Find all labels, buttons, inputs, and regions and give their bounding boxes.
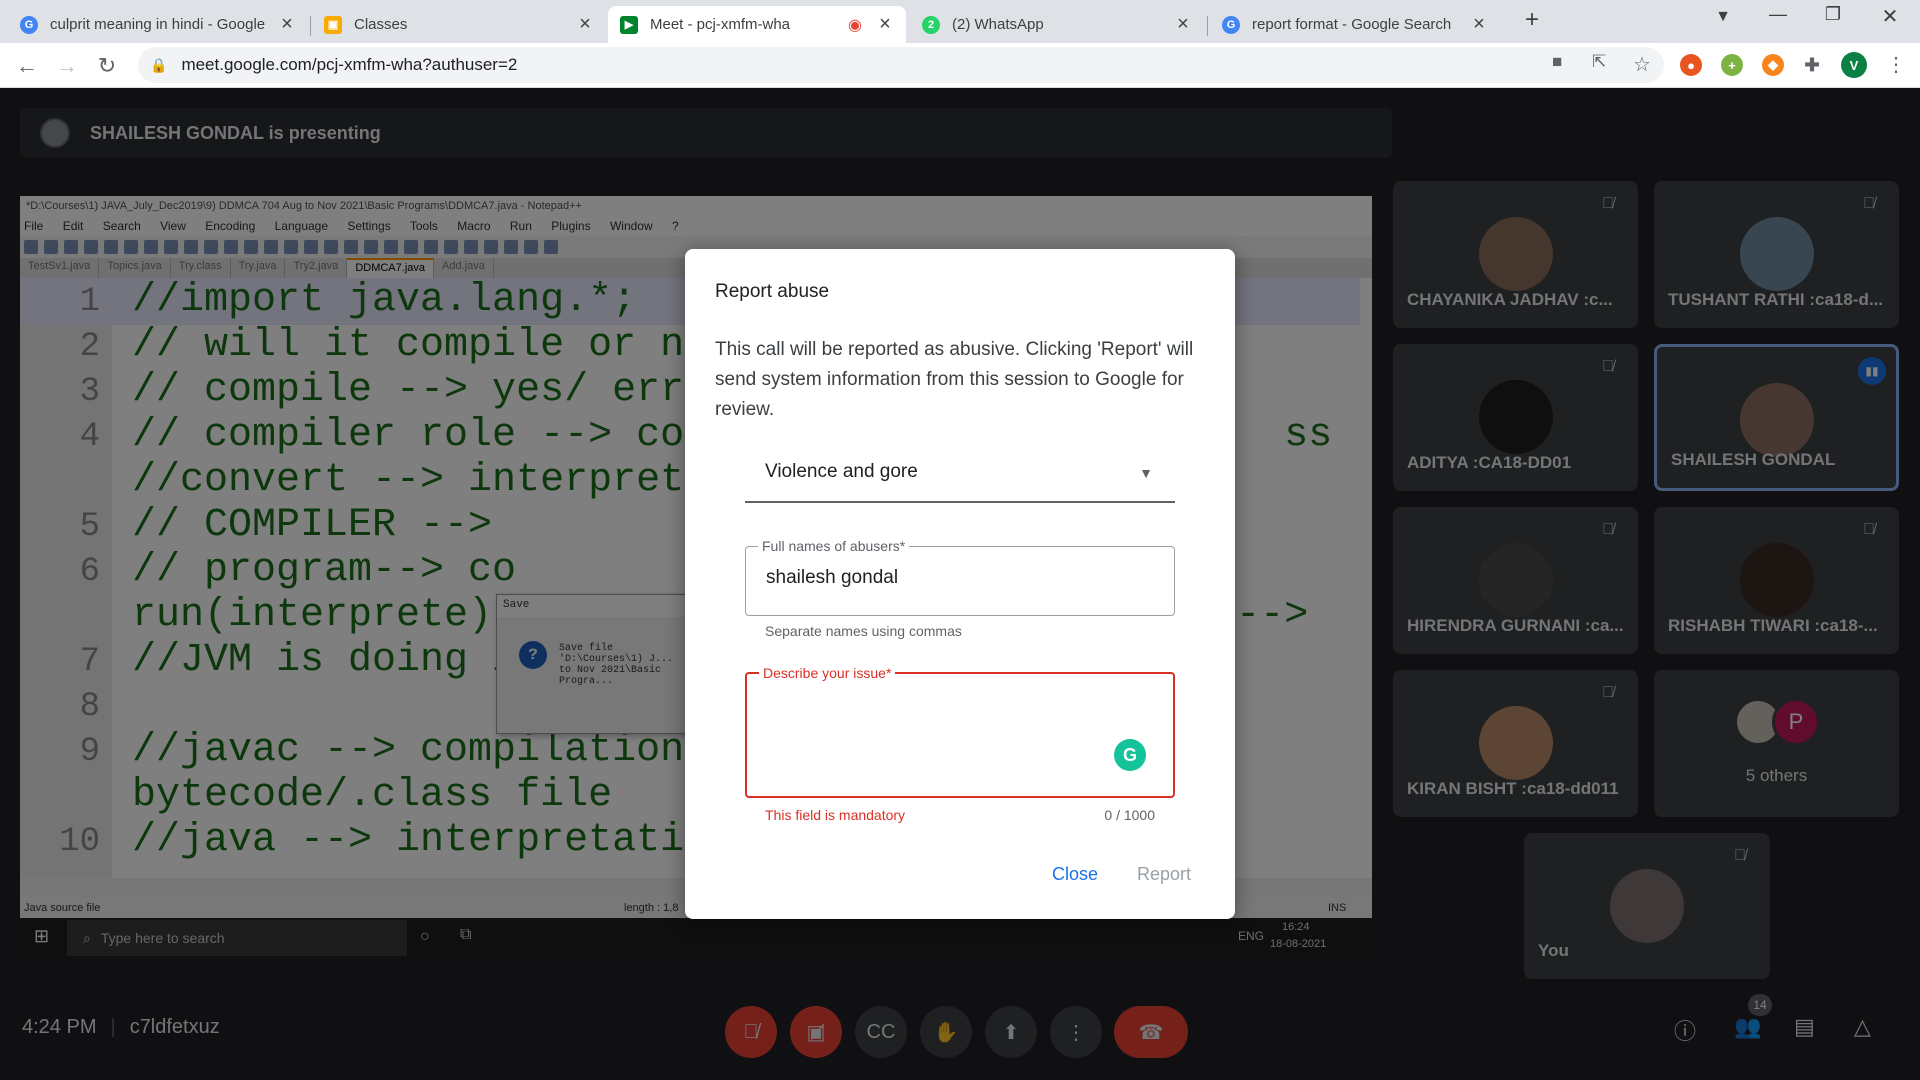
tab-title: Classes [354, 16, 408, 33]
tab-report-format[interactable]: G report format - Google Search × [1210, 6, 1500, 43]
issue-description-field[interactable]: Describe your issue* [745, 665, 1175, 798]
reload-icon[interactable]: ↻ [92, 51, 122, 81]
report-button[interactable]: Report [1123, 854, 1205, 895]
back-icon[interactable]: ← [12, 51, 42, 81]
issue-char-count: 0 / 1000 [1104, 807, 1155, 823]
close-tab-icon[interactable]: × [278, 13, 296, 36]
abuse-category-select[interactable]: Violence and gore ▼ [745, 447, 1175, 503]
tab-title: (2) WhatsApp [952, 16, 1044, 33]
tab-culprit[interactable]: G culprit meaning in hindi - Google × [8, 6, 308, 43]
tab-separator [1207, 16, 1208, 36]
issue-error-text: This field is mandatory [765, 807, 906, 823]
close-tab-icon[interactable]: × [1174, 13, 1192, 36]
close-tab-icon[interactable]: × [576, 13, 594, 36]
classroom-icon: ▣ [324, 15, 342, 34]
dialog-title: Report abuse [715, 281, 830, 302]
forward-icon[interactable]: → [52, 51, 82, 81]
minimize-icon[interactable]: — [1758, 4, 1798, 25]
tab-title: culprit meaning in hindi - Google [50, 16, 266, 33]
tab-meet[interactable]: ▶ Meet - pcj-xmfm-wha ◉ × [608, 6, 906, 43]
close-window-icon[interactable]: ✕ [1870, 4, 1910, 29]
new-tab-button[interactable]: + [1512, 6, 1552, 34]
dialog-description: This call will be reported as abusive. C… [715, 339, 1194, 420]
open-external-icon[interactable]: ⇱ [1592, 52, 1606, 72]
tab-title: report format - Google Search [1252, 16, 1452, 33]
tab-separator [310, 16, 311, 36]
whatsapp-icon: 2 [922, 15, 940, 34]
extension-plus-icon[interactable]: + [1721, 54, 1743, 76]
grammarly-icon[interactable]: G [1114, 739, 1146, 771]
selected-category: Violence and gore [765, 461, 918, 482]
metamask-fox-icon[interactable]: ◆ [1762, 54, 1784, 76]
issue-description-label: Describe your issue* [759, 665, 896, 681]
recording-icon: ◉ [848, 16, 862, 34]
google-icon: G [20, 15, 38, 34]
tab-whatsapp[interactable]: 2 (2) WhatsApp × [910, 6, 1204, 43]
menu-kebab-icon[interactable]: ⋮ [1886, 52, 1906, 77]
bookmark-star-icon[interactable]: ☆ [1633, 52, 1651, 77]
close-tab-icon[interactable]: × [1470, 13, 1488, 36]
tab-strip: G culprit meaning in hindi - Google × ▣ … [0, 0, 1920, 43]
address-bar[interactable]: 🔒 meet.google.com/pcj-xmfm-wha?authuser=… [138, 47, 1664, 83]
extensions-puzzle-icon[interactable]: ✚ [1801, 54, 1823, 76]
maximize-icon[interactable]: ❐ [1813, 4, 1853, 25]
close-tab-icon[interactable]: × [876, 13, 894, 36]
browser-toolbar: ← → ↻ 🔒 meet.google.com/pcj-xmfm-wha?aut… [0, 43, 1920, 88]
tab-classes[interactable]: ▣ Classes × [312, 6, 606, 43]
abuser-names-label: Full names of abusers* [758, 538, 910, 554]
lock-icon: 🔒 [150, 56, 168, 73]
report-abuse-dialog: Report abuse This call will be reported … [685, 249, 1235, 919]
dropdown-arrow-icon: ▼ [1139, 465, 1153, 481]
tab-search-icon[interactable]: ▼ [1703, 8, 1743, 26]
meet-icon: ▶ [620, 15, 638, 34]
abuser-names-value[interactable]: shailesh gondal [766, 567, 898, 589]
abuser-names-field[interactable]: Full names of abusers* shailesh gondal [745, 538, 1175, 616]
close-button[interactable]: Close [1038, 854, 1112, 895]
google-icon: G [1222, 15, 1240, 34]
url-text[interactable]: meet.google.com/pcj-xmfm-wha?authuser=2 [181, 55, 517, 75]
profile-avatar[interactable]: V [1841, 52, 1867, 78]
extension-fire-icon[interactable]: ● [1680, 54, 1702, 76]
abuser-names-hint: Separate names using commas [765, 623, 962, 639]
camera-icon[interactable]: ■ [1552, 52, 1562, 72]
tab-title: Meet - pcj-xmfm-wha [650, 16, 791, 33]
